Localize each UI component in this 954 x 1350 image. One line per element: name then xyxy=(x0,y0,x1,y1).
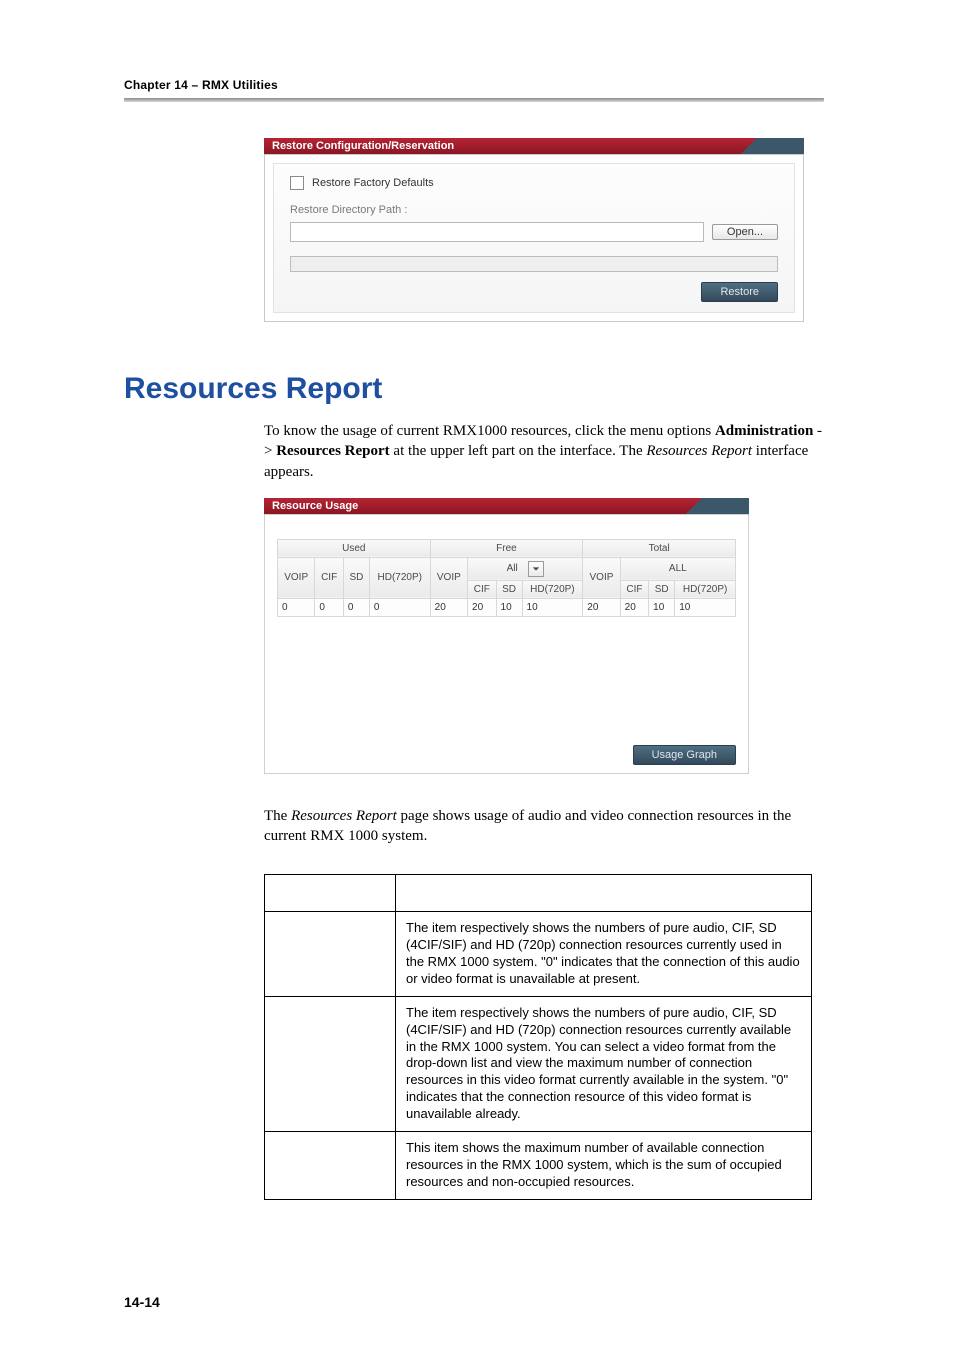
cell-total-hd: 10 xyxy=(675,598,736,616)
col-group-free: Free xyxy=(430,539,583,557)
definitions-header-value xyxy=(396,875,812,912)
resource-usage-title: Resource Usage xyxy=(264,498,749,514)
text: To know the usage of current RMX1000 res… xyxy=(264,423,715,439)
restore-dir-path-label: Restore Directory Path : xyxy=(290,204,778,216)
def-key-1 xyxy=(265,996,396,1131)
usage-graph-button[interactable]: Usage Graph xyxy=(633,745,736,765)
restore-button[interactable]: Restore xyxy=(701,282,778,302)
cell-free-sd: 10 xyxy=(496,598,522,616)
cell-free-hd: 10 xyxy=(522,598,583,616)
col-used-voip: VOIP xyxy=(278,557,315,598)
col-total-all: ALL xyxy=(620,557,735,580)
col-free-cif: CIF xyxy=(468,580,497,598)
text-bold: Administration xyxy=(715,423,813,439)
col-used-cif: CIF xyxy=(315,557,344,598)
spacer xyxy=(277,617,736,737)
restore-dialog: Restore Configuration/Reservation Restor… xyxy=(264,138,804,322)
definitions-header-key xyxy=(265,875,396,912)
text-italic: Resources Report xyxy=(291,808,397,824)
restore-progress-bar xyxy=(290,256,778,272)
restore-path-input[interactable] xyxy=(290,222,704,242)
open-button[interactable]: Open... xyxy=(712,224,778,240)
intro-paragraph: To know the usage of current RMX1000 res… xyxy=(264,421,824,482)
restore-factory-checkbox[interactable] xyxy=(290,176,304,190)
cell-free-cif: 20 xyxy=(468,598,497,616)
text-bold: Resources Report xyxy=(276,443,389,459)
table-row: The item respectively shows the numbers … xyxy=(265,912,812,997)
col-used-hd: HD(720P) xyxy=(369,557,430,598)
restore-dialog-title: Restore Configuration/Reservation xyxy=(264,138,804,154)
def-key-0 xyxy=(265,912,396,997)
col-free-dropdown: All xyxy=(468,557,583,580)
free-dropdown-button[interactable] xyxy=(528,561,544,577)
col-total-sd: SD xyxy=(649,580,675,598)
header-rule xyxy=(124,98,824,102)
def-value-0: The item respectively shows the numbers … xyxy=(396,912,812,997)
text: at the upper left part on the interface.… xyxy=(393,443,646,459)
col-free-sd: SD xyxy=(496,580,522,598)
table-row: The item respectively shows the numbers … xyxy=(265,996,812,1131)
table-row: 0 0 0 0 20 20 10 10 20 20 10 10 xyxy=(278,598,736,616)
col-total-hd: HD(720P) xyxy=(675,580,736,598)
chevron-down-icon xyxy=(532,565,540,573)
free-dropdown-selected: All xyxy=(507,563,518,574)
cell-total-sd: 10 xyxy=(649,598,675,616)
resource-usage-table: Used Free Total VOIP CIF SD HD(720P) xyxy=(277,539,736,617)
definitions-header-row xyxy=(265,875,812,912)
def-value-1: The item respectively shows the numbers … xyxy=(396,996,812,1131)
cell-used-sd: 0 xyxy=(343,598,369,616)
col-free-hd: HD(720P) xyxy=(522,580,583,598)
col-group-total: Total xyxy=(583,539,736,557)
col-used-sd: SD xyxy=(343,557,369,598)
col-group-free-label: Free xyxy=(496,543,517,554)
col-total-cif: CIF xyxy=(620,580,649,598)
cell-total-cif: 20 xyxy=(620,598,649,616)
chapter-header: Chapter 14 – RMX Utilities xyxy=(124,78,824,92)
usage-paragraph: The Resources Report page shows usage of… xyxy=(264,806,824,847)
col-total-voip: VOIP xyxy=(583,557,620,598)
col-group-used: Used xyxy=(278,539,431,557)
cell-free-voip: 20 xyxy=(430,598,467,616)
col-free-voip: VOIP xyxy=(430,557,467,598)
text-italic: Resources Report xyxy=(646,443,752,459)
page-number: 14-14 xyxy=(124,1294,160,1310)
def-key-2 xyxy=(265,1132,396,1200)
def-value-2: This item shows the maximum number of av… xyxy=(396,1132,812,1200)
cell-used-cif: 0 xyxy=(315,598,344,616)
page-title: Resources Report xyxy=(124,372,824,406)
text: The xyxy=(264,808,291,824)
cell-used-hd: 0 xyxy=(369,598,430,616)
definitions-table: The item respectively shows the numbers … xyxy=(264,874,812,1199)
cell-used-voip: 0 xyxy=(278,598,315,616)
resource-usage-dialog: Resource Usage Used Free Total VOIP xyxy=(264,498,749,774)
restore-factory-label: Restore Factory Defaults xyxy=(312,177,434,189)
cell-total-voip: 20 xyxy=(583,598,620,616)
table-row: This item shows the maximum number of av… xyxy=(265,1132,812,1200)
